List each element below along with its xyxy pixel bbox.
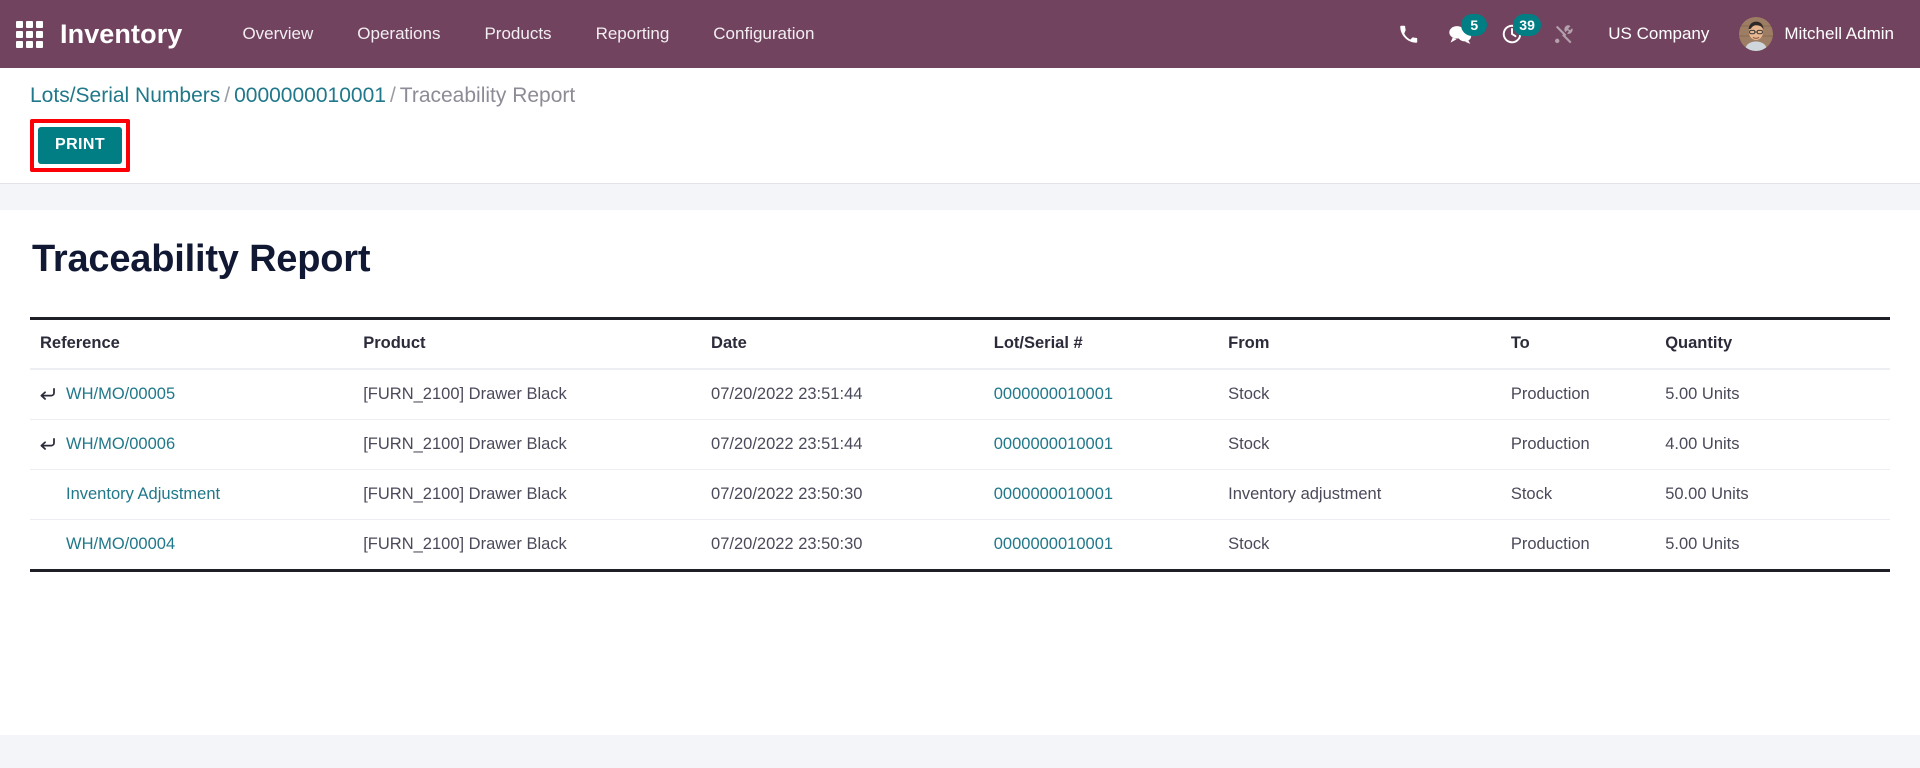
return-arrow-icon	[40, 488, 66, 501]
user-menu[interactable]: Mitchell Admin	[1725, 11, 1898, 57]
apps-grid-dot	[15, 20, 23, 28]
cell-lot-serial: 0000000010001	[989, 519, 1225, 572]
cell-reference: WH/MO/00004	[30, 519, 360, 572]
apps-grid-dot	[25, 40, 33, 48]
print-button[interactable]: PRINT	[38, 127, 122, 165]
print-button-highlight: PRINT	[30, 119, 130, 173]
reference-link[interactable]: WH/MO/00004	[66, 535, 175, 554]
control-panel: Lots/Serial Numbers/0000000010001/Tracea…	[0, 68, 1920, 184]
menu-item-overview[interactable]: Overview	[220, 14, 335, 54]
cell-to: Production	[1506, 519, 1662, 572]
apps-grid-dot	[15, 40, 23, 48]
breadcrumb-item-record[interactable]: 0000000010001	[234, 84, 386, 107]
cell-quantity: 5.00 Units	[1661, 519, 1890, 572]
cell-quantity: 4.00 Units	[1661, 419, 1890, 470]
cell-quantity: 5.00 Units	[1661, 369, 1890, 420]
breadcrumb: Lots/Serial Numbers/0000000010001/Tracea…	[30, 82, 1890, 109]
table-row: WH/MO/00005 [FURN_2100] Drawer Black 07/20…	[30, 369, 1890, 420]
cell-product: [FURN_2100] Drawer Black	[359, 369, 708, 420]
page-title: Traceability Report	[32, 238, 371, 280]
return-arrow-icon	[40, 538, 66, 551]
main-menu: Overview Operations Products Reporting C…	[220, 14, 836, 54]
cell-from: Stock	[1224, 519, 1507, 572]
lot-serial-link[interactable]: 0000000010001	[994, 485, 1113, 503]
apps-grid-dot	[35, 20, 43, 28]
cell-date: 07/20/2022 23:51:44	[707, 419, 990, 470]
apps-grid-dot	[25, 20, 33, 28]
table-row: WH/MO/00004 [FURN_2100] Drawer Black 07/20…	[30, 519, 1890, 572]
cell-date: 07/20/2022 23:50:30	[707, 469, 990, 520]
table-header: Reference Product Date Lot/Serial # From…	[30, 317, 1890, 370]
lot-serial-link[interactable]: 0000000010001	[994, 385, 1113, 403]
content-area: Traceability Report Reference Product Da…	[0, 184, 1920, 768]
apps-grid-dot	[35, 40, 43, 48]
top-navbar: Inventory Overview Operations Products R…	[0, 0, 1920, 68]
breadcrumb-separator: /	[389, 84, 396, 107]
report-sheet: Traceability Report Reference Product Da…	[0, 210, 1920, 735]
menu-item-reporting[interactable]: Reporting	[574, 14, 692, 54]
debug-tools-icon[interactable]	[1538, 12, 1590, 56]
cell-to: Production	[1506, 419, 1662, 470]
messages-icon[interactable]: 5	[1434, 12, 1488, 56]
cell-date: 07/20/2022 23:51:44	[707, 369, 990, 420]
cell-lot-serial: 0000000010001	[989, 369, 1225, 420]
breadcrumb-separator: /	[224, 84, 231, 107]
column-header-date: Date	[707, 317, 990, 370]
column-header-quantity: Quantity	[1661, 317, 1890, 370]
table-header-row: Reference Product Date Lot/Serial # From…	[30, 317, 1890, 370]
cell-reference: WH/MO/00006	[30, 419, 360, 470]
cell-quantity: 50.00 Units	[1661, 469, 1890, 520]
activities-badge-count: 39	[1513, 14, 1541, 36]
cell-lot-serial: 0000000010001	[989, 419, 1225, 470]
user-name: Mitchell Admin	[1784, 24, 1894, 43]
cell-from: Inventory adjustment	[1224, 469, 1507, 520]
cell-from: Stock	[1224, 369, 1507, 420]
breadcrumb-item-lots-serial-numbers[interactable]: Lots/Serial Numbers	[30, 84, 220, 107]
apps-grid-dot	[15, 30, 23, 38]
traceability-table: Reference Product Date Lot/Serial # From…	[30, 317, 1890, 572]
cell-lot-serial: 0000000010001	[989, 469, 1225, 520]
control-panel-buttons: PRINT	[30, 119, 1890, 173]
cell-product: [FURN_2100] Drawer Black	[359, 519, 708, 572]
reference-link[interactable]: WH/MO/00006	[66, 435, 175, 454]
apps-grid-icon[interactable]	[14, 19, 44, 49]
app-brand-inventory[interactable]: Inventory	[60, 19, 182, 50]
avatar	[1739, 17, 1774, 51]
lot-serial-link[interactable]: 0000000010001	[994, 435, 1113, 453]
apps-grid-dot	[25, 30, 33, 38]
cell-date: 07/20/2022 23:50:30	[707, 519, 990, 572]
column-header-from: From	[1224, 317, 1507, 370]
lot-serial-link[interactable]: 0000000010001	[994, 535, 1113, 553]
column-header-reference: Reference	[30, 317, 360, 370]
cell-product: [FURN_2100] Drawer Black	[359, 419, 708, 470]
table-row: Inventory Adjustment [FURN_2100] Drawer B…	[30, 469, 1890, 520]
menu-item-configuration[interactable]: Configuration	[691, 14, 836, 54]
menu-item-products[interactable]: Products	[462, 14, 573, 54]
apps-grid-dot	[35, 30, 43, 38]
systray: 5 39 US Company Mitchell Admin	[1382, 11, 1898, 57]
menu-item-operations[interactable]: Operations	[335, 14, 462, 54]
cell-product: [FURN_2100] Drawer Black	[359, 469, 708, 520]
return-arrow-icon	[40, 388, 66, 401]
column-header-lot-serial: Lot/Serial #	[989, 317, 1225, 370]
messages-badge-count: 5	[1461, 14, 1488, 36]
column-header-to: To	[1506, 317, 1662, 370]
table-row: WH/MO/00006 [FURN_2100] Drawer Black 07/20…	[30, 419, 1890, 470]
cell-to: Stock	[1506, 469, 1662, 520]
cell-from: Stock	[1224, 419, 1507, 470]
company-switcher[interactable]: US Company	[1590, 16, 1725, 52]
cell-reference: WH/MO/00005	[30, 369, 360, 420]
breadcrumb-item-current: Traceability Report	[399, 84, 576, 107]
clock-activities-icon[interactable]: 39	[1486, 12, 1541, 56]
reference-link[interactable]: WH/MO/00005	[66, 385, 175, 404]
phone-icon[interactable]	[1382, 12, 1434, 56]
reference-link[interactable]: Inventory Adjustment	[66, 485, 220, 504]
return-arrow-icon	[40, 438, 66, 451]
column-header-product: Product	[359, 317, 708, 370]
table-body: WH/MO/00005 [FURN_2100] Drawer Black 07/20…	[30, 369, 1890, 572]
cell-to: Production	[1506, 369, 1662, 420]
cell-reference: Inventory Adjustment	[30, 469, 360, 520]
